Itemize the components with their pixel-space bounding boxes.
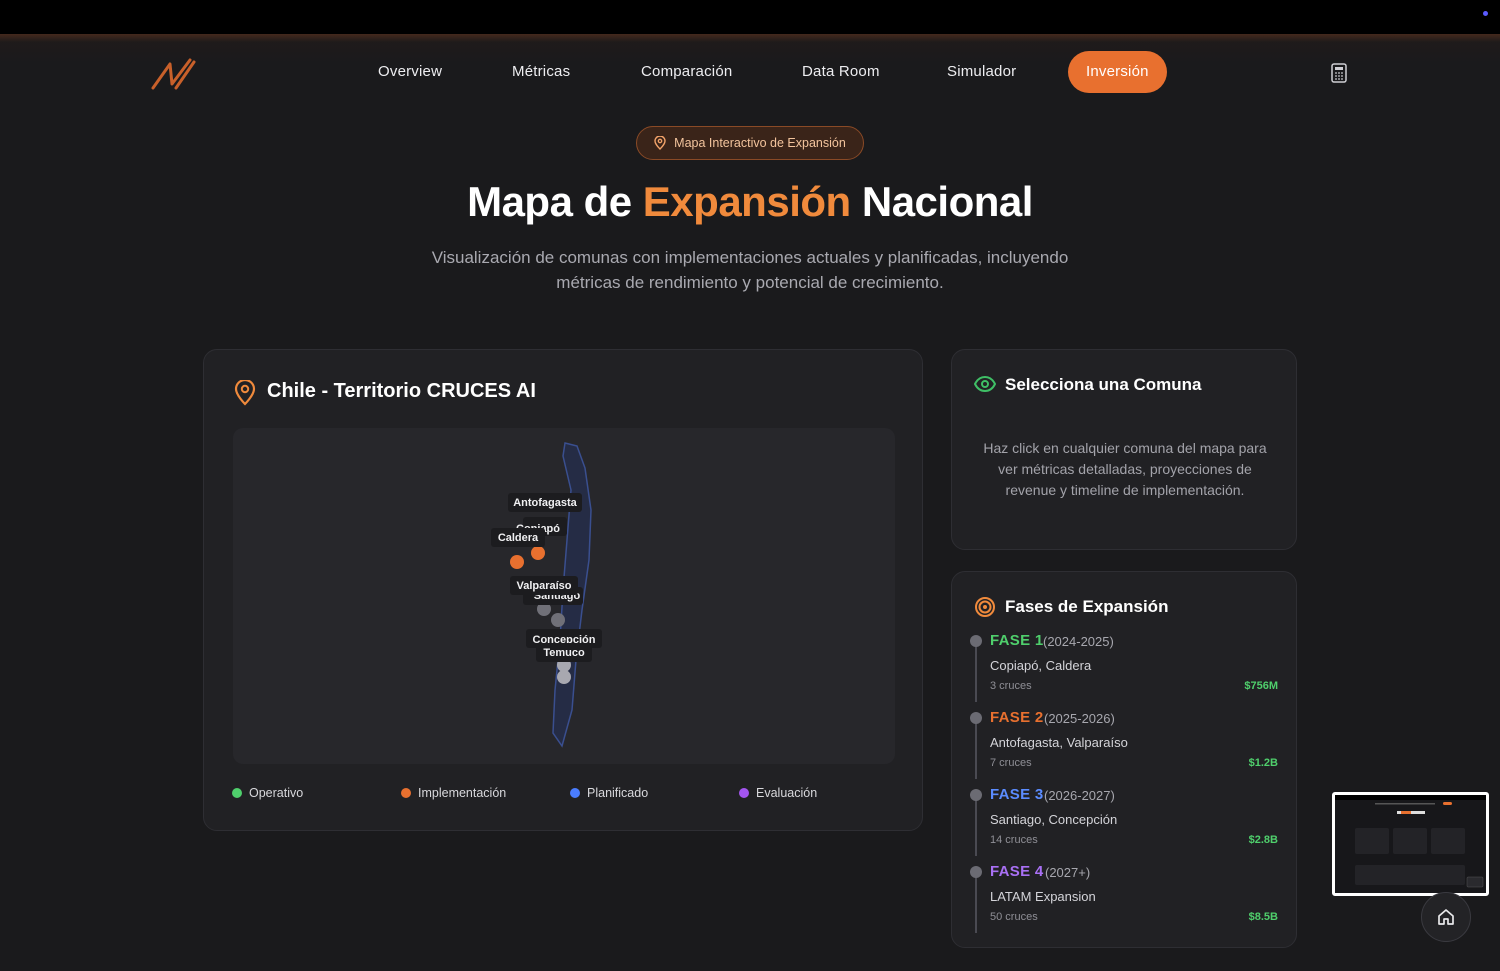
legend-item-operativo: Operativo (232, 786, 303, 800)
marker-temuco[interactable] (557, 670, 571, 684)
nav-bar: Overview Métricas Comparación Data Room … (0, 34, 1500, 110)
legend-label: Implementación (418, 786, 507, 800)
label-valparaiso: Valparaíso (516, 580, 571, 592)
phase-amount: $756M (1244, 680, 1278, 692)
timeline-bullet (970, 789, 982, 801)
legend-label: Planificado (587, 786, 649, 800)
label-caldera: Caldera (498, 532, 539, 544)
phase-amount: $8.5B (1248, 911, 1278, 923)
nav-metricas[interactable]: Métricas (512, 51, 570, 93)
label-antofagasta: Antofagasta (513, 497, 577, 509)
phase-cities: Antofagasta, Valparaíso (990, 735, 1128, 750)
map-pin-icon (654, 136, 666, 150)
phases-title: Fases de Expansión (1005, 597, 1169, 616)
select-comuna-card: Selecciona una Comuna Haz click en cualq… (951, 349, 1297, 550)
chile-map[interactable]: Antofagasta Copiapó Caldera Santiago Val… (233, 428, 895, 764)
timeline-line (975, 877, 977, 933)
home-icon (1438, 909, 1454, 925)
phase-years: (2025-2026) (1044, 711, 1115, 726)
map-card: Chile - Territorio CRUCES AI Antofagasta… (203, 349, 923, 831)
phase-cities: Copiapó, Caldera (990, 658, 1092, 673)
legend-item-implementacion: Implementación (401, 786, 506, 800)
home-button[interactable] (1421, 892, 1471, 942)
phase-cities: Santiago, Concepción (990, 812, 1118, 827)
phase-item[interactable]: FASE 2 (2025-2026) Antofagasta, Valparaí… (970, 709, 1278, 783)
phase-count: 3 cruces (990, 680, 1032, 692)
status-dot (1483, 11, 1488, 16)
top-bar (0, 0, 1500, 34)
label-temuco: Temuco (543, 647, 585, 659)
timeline-bullet (970, 866, 982, 878)
phase-amount: $1.2B (1248, 757, 1278, 769)
timeline-bullet (970, 635, 982, 647)
preview-image (1335, 795, 1486, 893)
brand-logo-icon[interactable] (150, 56, 198, 90)
nav-comparacion[interactable]: Comparación (641, 51, 732, 93)
phase-name: FASE 1 (990, 632, 1044, 649)
title-part: Mapa de (467, 178, 643, 225)
title-part: Nacional (850, 178, 1034, 225)
legend-swatch (401, 788, 411, 798)
phase-item[interactable]: FASE 3 (2026-2027) Santiago, Concepción … (970, 786, 1278, 860)
legend-item-planificado: Planificado (570, 786, 648, 800)
timeline-bullet (970, 712, 982, 724)
phase-cities: LATAM Expansion (990, 889, 1096, 904)
page-preview-thumbnail[interactable] (1332, 792, 1489, 896)
target-icon (975, 597, 995, 617)
title-accent: Expansión (642, 178, 851, 225)
nav-data-room[interactable]: Data Room (802, 51, 880, 93)
legend-swatch (739, 788, 749, 798)
marker-caldera[interactable] (510, 555, 524, 569)
eye-icon (974, 375, 996, 393)
timeline-line (975, 723, 977, 779)
phase-name: FASE 4 (990, 863, 1044, 880)
hero-badge: Mapa Interactivo de Expansión (636, 126, 864, 160)
page-title: Mapa de Expansión Nacional (0, 178, 1500, 226)
legend-label: Evaluación (756, 786, 818, 800)
select-description: Haz click en cualquier comuna del mapa p… (983, 440, 1267, 498)
phase-count: 7 cruces (990, 757, 1032, 769)
select-title: Selecciona una Comuna (1005, 375, 1202, 394)
phase-count: 50 cruces (990, 911, 1038, 923)
timeline-line (975, 800, 977, 856)
legend-label: Operativo (249, 786, 304, 800)
phase-item[interactable]: FASE 4 (2027+) LATAM Expansion 50 cruces… (970, 863, 1278, 937)
phase-name: FASE 2 (990, 709, 1044, 726)
timeline-line (975, 646, 977, 702)
phase-name: FASE 3 (990, 786, 1044, 803)
phase-count: 14 cruces (990, 834, 1038, 846)
phase-years: (2027+) (1045, 865, 1091, 880)
hero-badge-label: Mapa Interactivo de Expansión (674, 136, 846, 150)
legend-swatch (232, 788, 242, 798)
legend-swatch (570, 788, 580, 798)
phase-years: (2026-2027) (1044, 788, 1115, 803)
legend-item-evaluacion: Evaluación (739, 786, 817, 800)
nav-inversion[interactable]: Inversión (1068, 51, 1167, 93)
phase-amount: $2.8B (1248, 834, 1278, 846)
nav-overview[interactable]: Overview (378, 51, 442, 93)
calculator-icon[interactable] (1330, 63, 1348, 83)
map-pin-icon (234, 380, 256, 406)
map-title: Chile - Territorio CRUCES AI (267, 380, 536, 402)
phases-card: Fases de Expansión FASE 1 (2024-2025) Co… (951, 571, 1297, 948)
marker-antofagasta[interactable] (531, 546, 545, 560)
marker-santiago[interactable] (551, 613, 565, 627)
page-subtitle: Visualización de comunas con implementac… (431, 248, 1069, 292)
nav-simulador[interactable]: Simulador (947, 51, 1016, 93)
phase-years: (2024-2025) (1043, 634, 1114, 649)
phase-item[interactable]: FASE 1 (2024-2025) Copiapó, Caldera 3 cr… (970, 632, 1278, 706)
